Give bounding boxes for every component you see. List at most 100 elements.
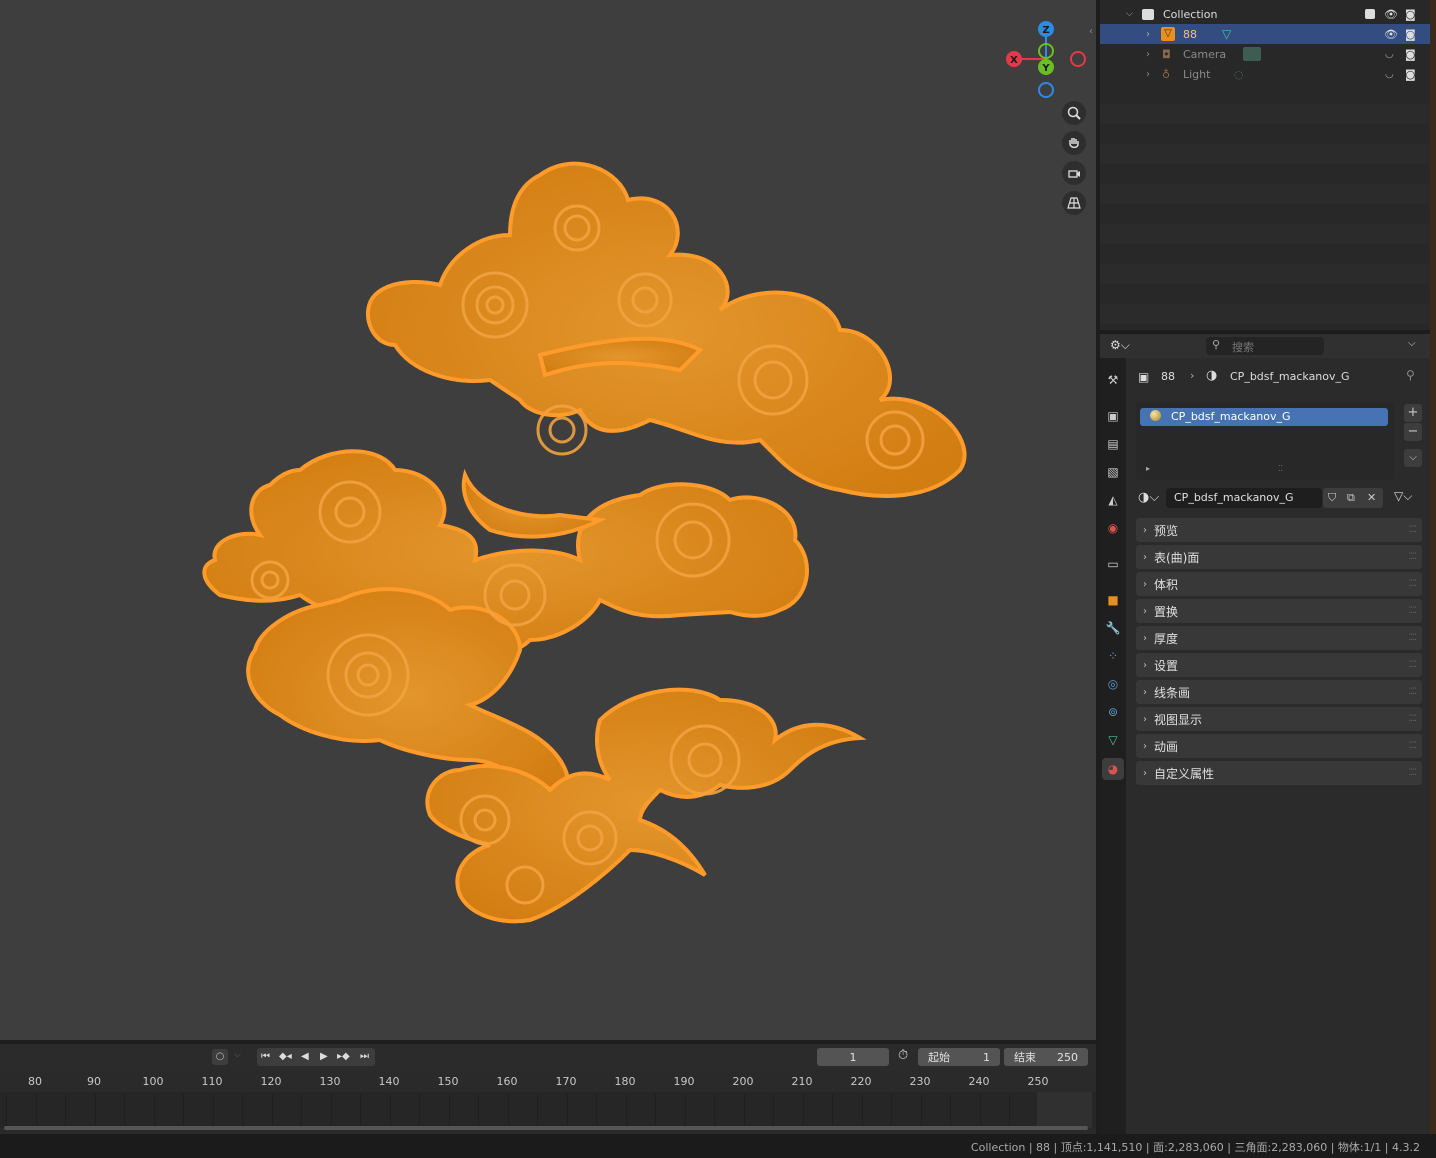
view-layer-tab-icon[interactable]: ▧ — [1105, 464, 1121, 480]
prev-keyframe-icon[interactable]: ◆◂ — [279, 1048, 292, 1066]
end-frame-field[interactable]: 结束 250 — [1004, 1048, 1088, 1066]
axis-gizmo[interactable]: Z X Y — [1000, 14, 1096, 104]
material-name-field[interactable]: CP_bdsf_mackanov_G — [1166, 488, 1322, 508]
camera-view-icon[interactable] — [1062, 161, 1086, 185]
camera-render-icon[interactable]: ◙ — [1405, 48, 1416, 61]
eye-icon[interactable]: 👁 — [1384, 28, 1398, 41]
pan-hand-icon[interactable] — [1062, 131, 1086, 155]
options-chevron-icon[interactable]: ⌵ — [1408, 338, 1416, 349]
eye-closed-icon[interactable]: ◡ — [1385, 69, 1394, 80]
next-keyframe-icon[interactable]: ▸◆ — [337, 1048, 350, 1066]
drag-grip-icon[interactable]: ⁚⁚⁚⁚ — [1409, 633, 1418, 643]
light-data-icon[interactable]: ◌ — [1234, 68, 1244, 81]
perspective-grid-icon[interactable] — [1062, 191, 1086, 215]
material-tab-icon[interactable]: ◕ — [1102, 758, 1124, 780]
panel-surface[interactable]: › 表(曲)面 ⁚⁚⁚⁚ — [1136, 545, 1422, 569]
play-reverse-icon[interactable]: ◀ — [301, 1048, 309, 1066]
panel-label: 厚度 — [1154, 631, 1179, 646]
slot-specials-button[interactable]: ⌵ — [1404, 449, 1422, 467]
cloud-mesh[interactable] — [0, 0, 1096, 1040]
outliner-object-row-selected[interactable]: › ▽ 88 ▽ 👁 ◙ — [1100, 24, 1430, 44]
expand-triangle-icon[interactable]: ▸ — [1146, 464, 1150, 473]
drag-grip-icon[interactable]: ⁚⁚⁚⁚ — [1409, 768, 1418, 778]
search-input[interactable]: ⚲ 搜索 — [1206, 337, 1324, 355]
world-tab-icon[interactable]: ◉ — [1105, 520, 1121, 536]
outliner[interactable]: ⌵ Collection 👁 ◙ › ▽ 88 ▽ 👁 ◙ › ◘ Camera… — [1100, 0, 1430, 330]
expand-chevron-icon[interactable]: › — [1146, 29, 1150, 40]
data-tab-icon[interactable]: ▽ — [1105, 732, 1121, 748]
unlink-close-icon[interactable]: ✕ — [1367, 488, 1376, 507]
play-icon[interactable]: ▶ — [320, 1048, 328, 1066]
current-frame-field[interactable]: 1 — [817, 1048, 889, 1066]
camera-data-icon[interactable] — [1243, 47, 1261, 61]
3d-viewport[interactable]: Z X Y ‹ — [0, 0, 1096, 1040]
editor-type-icon[interactable]: ⚙⌵ — [1110, 338, 1130, 353]
physics-tab-icon[interactable]: ◎ — [1105, 676, 1121, 692]
drag-grip-icon[interactable]: ⁚⁚⁚⁚ — [1409, 714, 1418, 724]
outliner-row-label: 88 — [1183, 27, 1197, 41]
tool-tab-icon[interactable]: ⚒ — [1105, 372, 1121, 388]
panel-custom-properties[interactable]: › 自定义属性 ⁚⁚⁚⁚ — [1136, 761, 1422, 785]
collapse-chevron-icon[interactable]: ⌵ — [1126, 9, 1133, 19]
panel-preview[interactable]: › 预览 ⁚⁚⁚⁚ — [1136, 518, 1422, 542]
drag-grip-icon[interactable]: ⁚⁚⁚⁚ — [1409, 606, 1418, 616]
timeline-body[interactable]: 80 90 100 110 120 130 140 150 160 170 180 190 200 210… — [0, 1070, 1096, 1134]
link-data-icon[interactable]: ▽⌵ — [1394, 489, 1412, 504]
drag-grip-icon[interactable]: ⁚⁚⁚⁚ — [1409, 525, 1418, 535]
expand-chevron-icon[interactable]: › — [1146, 49, 1150, 60]
expand-chevron-icon[interactable]: › — [1146, 69, 1150, 80]
material-slot-selected[interactable]: CP_bdsf_mackanov_G — [1140, 408, 1388, 426]
material-browse-icon[interactable]: ◑⌵ — [1138, 490, 1159, 505]
fake-user-shield-icon[interactable]: ⛉ — [1328, 488, 1336, 507]
panel-thickness[interactable]: › 厚度 ⁚⁚⁚⁚ — [1136, 626, 1422, 650]
drag-grip-icon[interactable]: ⁚⁚⁚⁚ — [1409, 741, 1418, 751]
scene-tab-icon[interactable]: ◭ — [1105, 492, 1121, 508]
constraints-tab-icon[interactable]: ⊚ — [1105, 704, 1121, 720]
eye-closed-icon[interactable]: ◡ — [1385, 49, 1394, 60]
drag-grip-icon[interactable]: ⁚⁚⁚⁚ — [1409, 552, 1418, 562]
output-tab-icon[interactable]: ▤ — [1105, 436, 1121, 452]
panel-displacement[interactable]: › 置换 ⁚⁚⁚⁚ — [1136, 599, 1422, 623]
timeline-track[interactable] — [0, 1092, 1096, 1128]
zoom-icon[interactable] — [1062, 101, 1086, 125]
jump-start-icon[interactable]: ⏮ — [261, 1048, 270, 1066]
drag-grip-icon[interactable]: ⁚⁚⁚⁚ — [1409, 660, 1418, 670]
panel-volume[interactable]: › 体积 ⁚⁚⁚⁚ — [1136, 572, 1422, 596]
particles-tab-icon[interactable]: ⁘ — [1105, 648, 1121, 664]
render-tab-icon[interactable]: ▣ — [1105, 408, 1121, 424]
chevron-right-icon: › — [1143, 632, 1147, 644]
modifier-tab-icon[interactable]: 🔧 — [1105, 620, 1121, 636]
panel-line-art[interactable]: › 线条画 ⁚⁚⁚⁚ — [1136, 680, 1422, 704]
keying-circle-icon[interactable]: ○ — [212, 1049, 228, 1065]
eye-icon[interactable]: 👁 — [1384, 8, 1398, 21]
drag-grip-icon[interactable]: ⁚⁚⁚⁚ — [1409, 579, 1418, 589]
stopwatch-icon[interactable]: ⏱ — [898, 1048, 908, 1063]
drag-grip-icon[interactable]: ⁚⁚⁚⁚ — [1409, 687, 1418, 697]
frame-label: 120 — [260, 1075, 282, 1088]
collection-tab-icon[interactable]: ▭ — [1105, 556, 1121, 572]
camera-render-icon[interactable]: ◙ — [1405, 8, 1416, 21]
breadcrumb-separator-icon: › — [1190, 369, 1195, 382]
panel-viewport-display[interactable]: › 视图显示 ⁚⁚⁚⁚ — [1136, 707, 1422, 731]
duplicate-icon[interactable]: ⧉ — [1347, 488, 1355, 507]
camera-render-icon[interactable]: ◙ — [1405, 28, 1416, 41]
keying-dropdown-icon[interactable]: ⌵ — [234, 1050, 241, 1060]
mesh-data-icon[interactable]: ▽ — [1222, 27, 1231, 41]
outliner-light-row[interactable]: › ♁ Light ◌ ◡ ◙ — [1100, 64, 1430, 84]
material-slot-list[interactable]: CP_bdsf_mackanov_G ▸ ⁚⁚ — [1136, 402, 1394, 480]
panel-animation[interactable]: › 动画 ⁚⁚⁚⁚ — [1136, 734, 1422, 758]
panel-settings[interactable]: › 设置 ⁚⁚⁚⁚ — [1136, 653, 1422, 677]
remove-slot-button[interactable]: − — [1404, 423, 1422, 441]
outliner-collection-row[interactable]: ⌵ Collection 👁 ◙ — [1100, 4, 1430, 24]
outliner-camera-row[interactable]: › ◘ Camera ◡ ◙ — [1100, 44, 1430, 64]
checkbox-icon[interactable] — [1365, 9, 1375, 19]
object-tab-icon[interactable]: ■ — [1105, 592, 1121, 608]
camera-render-icon[interactable]: ◙ — [1405, 68, 1416, 81]
add-slot-button[interactable]: + — [1404, 404, 1422, 422]
sidebar-toggle-icon[interactable]: ‹ — [1089, 26, 1093, 37]
pin-icon[interactable]: ⚲ — [1406, 368, 1415, 382]
timeline-scrollbar[interactable] — [4, 1126, 1088, 1130]
start-frame-field[interactable]: 起始 1 — [918, 1048, 1000, 1066]
jump-end-icon[interactable]: ⏭ — [360, 1048, 369, 1066]
resize-grip-icon[interactable]: ⁚⁚ — [1278, 464, 1283, 473]
